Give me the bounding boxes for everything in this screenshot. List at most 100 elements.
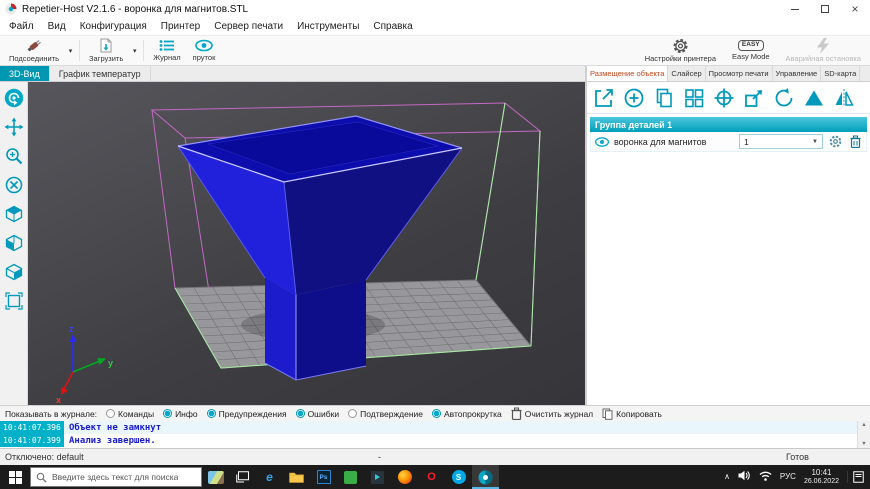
rotate-object-button[interactable] bbox=[770, 84, 798, 112]
menu-print-server[interactable]: Сервер печати bbox=[207, 19, 290, 34]
tray-expand-button[interactable]: ∧ bbox=[724, 472, 730, 481]
export-icon bbox=[591, 85, 617, 111]
side-view-button[interactable] bbox=[3, 261, 25, 283]
front-view-button[interactable] bbox=[3, 232, 25, 254]
reset-view-button[interactable] bbox=[3, 174, 25, 196]
tab-3d-view[interactable]: 3D-Вид bbox=[0, 66, 50, 81]
filter-errors[interactable]: Ошибки bbox=[296, 409, 340, 419]
view-tabs: 3D-Вид График температур bbox=[0, 66, 585, 82]
toolbar-separator bbox=[143, 40, 144, 61]
3d-viewport[interactable]: z y x bbox=[28, 82, 585, 405]
log-filter-label: Показывать в журнале: bbox=[5, 409, 97, 419]
radio-icon bbox=[296, 409, 305, 418]
maximize-button[interactable] bbox=[810, 0, 840, 18]
volume-button[interactable] bbox=[738, 470, 751, 483]
taskbar-firefox[interactable] bbox=[391, 465, 418, 489]
scroll-up-icon[interactable]: ▲ bbox=[861, 422, 866, 428]
emergency-stop-button[interactable]: Аварийная остановка bbox=[780, 36, 867, 65]
menu-view[interactable]: Вид bbox=[41, 19, 73, 34]
scroll-down-icon[interactable]: ▼ bbox=[861, 441, 866, 447]
connect-label: Подсоединить bbox=[9, 54, 59, 63]
object-name[interactable]: воронка для магнитов bbox=[614, 137, 706, 147]
minimize-button[interactable] bbox=[780, 0, 810, 18]
filter-commands[interactable]: Команды bbox=[106, 409, 154, 419]
drop-object-button[interactable] bbox=[800, 84, 828, 112]
taskbar-skype[interactable]: S bbox=[445, 465, 472, 489]
mirror-object-button[interactable] bbox=[830, 84, 858, 112]
taskbar-clock[interactable]: 10:41 26.06.2022 bbox=[804, 468, 839, 485]
load-dropdown[interactable]: ▾ bbox=[129, 36, 140, 65]
filter-errors-label: Ошибки bbox=[308, 409, 340, 419]
object-copies-combo[interactable]: 1 ▼ bbox=[739, 134, 823, 149]
chevron-up-icon: ∧ bbox=[724, 472, 730, 481]
tab-slicer[interactable]: Слайсер bbox=[668, 66, 705, 81]
fit-view-button[interactable] bbox=[3, 290, 25, 312]
object-delete-button[interactable] bbox=[847, 134, 863, 150]
taskbar-file-explorer[interactable] bbox=[283, 465, 310, 489]
tab-print-preview[interactable]: Просмотр печати bbox=[706, 66, 773, 81]
journal-button[interactable]: Журнал bbox=[147, 36, 186, 65]
taskbar-repetier-host[interactable] bbox=[472, 465, 499, 489]
taskbar-photoshop[interactable]: Ps bbox=[310, 465, 337, 489]
taskbar-news-widget[interactable] bbox=[202, 465, 229, 489]
log-scrollbar[interactable]: ▲ ▼ bbox=[857, 421, 870, 448]
right-panel-empty bbox=[587, 152, 870, 405]
mirror-object-icon bbox=[831, 85, 857, 111]
menu-tools[interactable]: Инструменты bbox=[290, 19, 366, 34]
object-toolbar bbox=[587, 82, 870, 114]
connect-dropdown[interactable]: ▾ bbox=[65, 36, 76, 65]
start-button[interactable] bbox=[0, 465, 30, 489]
tab-manual-control[interactable]: Управление bbox=[773, 66, 822, 81]
menu-printer[interactable]: Принтер bbox=[154, 19, 207, 34]
object-visibility-button[interactable] bbox=[594, 134, 610, 150]
taskbar-dark-app[interactable] bbox=[364, 465, 391, 489]
clear-log-button[interactable]: Очистить журнал bbox=[511, 407, 593, 420]
language-indicator[interactable]: РУС bbox=[780, 472, 796, 481]
object-row[interactable]: воронка для магнитов 1 ▼ bbox=[590, 132, 867, 152]
filter-autoscroll[interactable]: Автопрокрутка bbox=[432, 409, 502, 419]
axes-indicator: z y x bbox=[56, 324, 113, 405]
filter-info[interactable]: Инфо bbox=[163, 409, 198, 419]
filter-ack[interactable]: Подтверждение bbox=[348, 409, 423, 419]
load-button[interactable]: Загрузить bbox=[83, 36, 129, 65]
tab-object-placement[interactable]: Размещение объекта bbox=[587, 66, 668, 81]
autoposition-button[interactable] bbox=[680, 84, 708, 112]
export-object-button[interactable] bbox=[590, 84, 618, 112]
iso-view-button[interactable] bbox=[3, 203, 25, 225]
tab-temperature-graph[interactable]: График температур bbox=[50, 66, 151, 81]
taskbar-edge[interactable]: e bbox=[256, 465, 283, 489]
center-object-button[interactable] bbox=[710, 84, 738, 112]
taskbar-search-input[interactable]: Введите здесь текст для поиска bbox=[30, 467, 202, 487]
filament-button[interactable]: пруток bbox=[187, 36, 222, 65]
filter-warnings[interactable]: Предупреждения bbox=[207, 409, 287, 419]
taskbar-green-app[interactable] bbox=[337, 465, 364, 489]
network-button[interactable] bbox=[759, 470, 772, 483]
copy-log-button[interactable]: Копировать bbox=[602, 408, 662, 420]
taskbar-opera[interactable]: O bbox=[418, 465, 445, 489]
filter-ack-label: Подтверждение bbox=[360, 409, 423, 419]
connect-button[interactable]: Подсоединить bbox=[3, 36, 65, 65]
log-timestamp: 10:41:07.396 bbox=[0, 421, 64, 434]
menu-file[interactable]: Файл bbox=[2, 19, 41, 34]
notification-center-button[interactable] bbox=[847, 471, 867, 483]
printer-settings-button[interactable]: Настройки принтера bbox=[639, 36, 722, 65]
easy-mode-button[interactable]: EASY Easy Mode bbox=[726, 36, 776, 65]
close-button[interactable]: × bbox=[840, 0, 870, 18]
move-view-button[interactable] bbox=[3, 116, 25, 138]
tab-sd-card[interactable]: SD-карта bbox=[821, 66, 860, 81]
menu-config[interactable]: Конфигурация bbox=[73, 19, 154, 34]
rotate-view-button[interactable] bbox=[3, 87, 25, 109]
copy-object-button[interactable] bbox=[650, 84, 678, 112]
add-object-button[interactable] bbox=[620, 84, 648, 112]
close-view-icon bbox=[4, 175, 24, 195]
speaker-icon bbox=[738, 470, 751, 481]
scale-object-button[interactable] bbox=[740, 84, 768, 112]
zoom-view-button[interactable] bbox=[3, 145, 25, 167]
journal-label: Журнал bbox=[153, 53, 180, 62]
object-settings-button[interactable] bbox=[827, 134, 843, 150]
view-work-area: z y x bbox=[0, 82, 585, 405]
cube-top-icon bbox=[4, 204, 24, 224]
menu-help[interactable]: Справка bbox=[366, 19, 419, 34]
connection-status: Отключено: default bbox=[5, 452, 84, 462]
taskbar-task-view[interactable] bbox=[229, 465, 256, 489]
